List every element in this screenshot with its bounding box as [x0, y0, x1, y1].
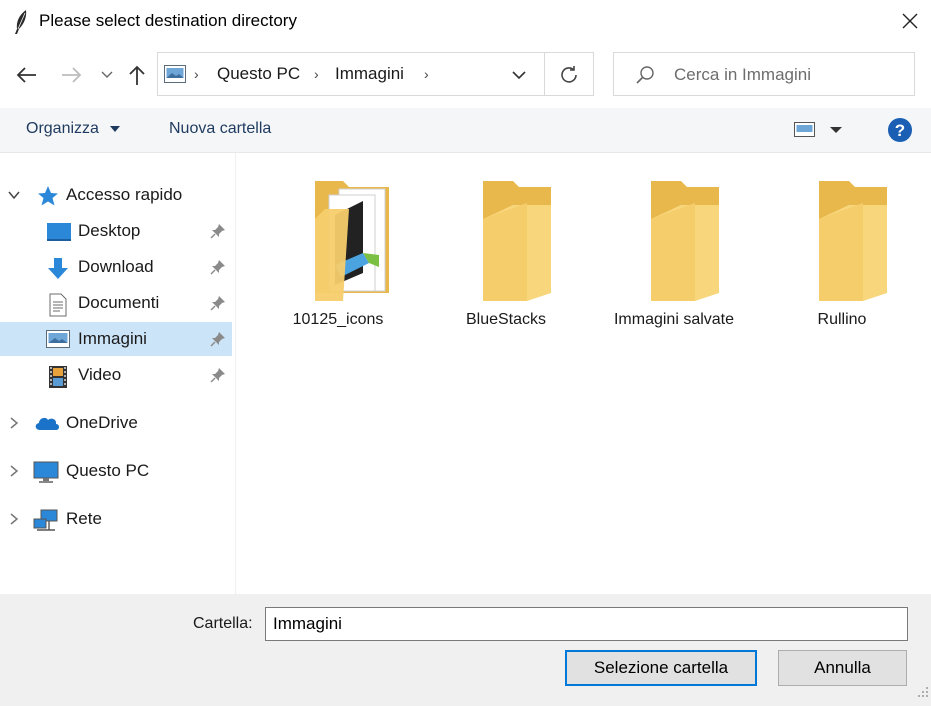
chevron-down-icon[interactable]	[7, 188, 21, 202]
arrow-up-icon	[129, 65, 145, 85]
view-icon	[794, 122, 842, 137]
close-button[interactable]	[893, 4, 927, 38]
up-button[interactable]	[125, 62, 149, 88]
folder-picker-dialog: Please select destination directory › Qu…	[0, 0, 931, 706]
select-folder-button[interactable]: Selezione cartella	[565, 650, 757, 686]
sidebar-item-onedrive[interactable]: OneDrive	[0, 406, 232, 440]
sidebar-item-label: Video	[78, 365, 122, 384]
arrow-right-icon	[62, 67, 82, 83]
folder-name-field[interactable]	[265, 607, 908, 641]
command-bar: Organizza Nuova cartella	[0, 108, 931, 153]
forward-button[interactable]	[58, 62, 84, 88]
sidebar-item-documenti[interactable]: Documenti	[0, 286, 232, 320]
pin-icon[interactable]	[210, 295, 226, 311]
sidebar-item-questo-pc[interactable]: Questo PC	[0, 454, 232, 488]
title-bar: Please select destination directory	[0, 0, 931, 44]
folder-icon	[483, 181, 551, 301]
folder-icon	[651, 181, 719, 301]
navigation-pane: Accesso rapido Desktop Download Document…	[0, 153, 236, 594]
sidebar-item-label: OneDrive	[66, 413, 138, 432]
chevron-right-icon: ›	[314, 66, 319, 82]
refresh-icon	[561, 66, 577, 83]
window-title: Please select destination directory	[39, 11, 297, 30]
address-dropdown-button[interactable]	[511, 66, 531, 84]
folder-item[interactable]: Rullino	[767, 175, 917, 335]
folder-name: BlueStacks	[465, 311, 547, 328]
folder-with-images-icon	[315, 181, 389, 301]
computer-icon	[33, 461, 59, 483]
folder-name: 10125_icons	[292, 311, 384, 328]
address-bar[interactable]: › Questo PC › Immagini ›	[157, 52, 594, 96]
recent-locations-button[interactable]	[98, 62, 116, 88]
sidebar-item-accesso-rapido[interactable]: Accesso rapido	[0, 178, 232, 212]
dialog-footer: Cartella: Selezione cartella Annulla	[0, 594, 931, 706]
sidebar-item-label: Documenti	[78, 293, 160, 312]
sidebar-item-label: Questo PC	[66, 461, 150, 480]
folder-item[interactable]: 10125_icons	[263, 175, 413, 335]
pin-icon[interactable]	[210, 223, 226, 239]
search-icon	[634, 64, 656, 86]
feather-icon	[13, 9, 29, 35]
star-icon	[36, 185, 60, 207]
sidebar-item-video[interactable]: Video	[0, 358, 232, 392]
cloud-icon	[33, 413, 59, 435]
help-icon: ?	[888, 118, 912, 142]
sidebar-item-immagini[interactable]: Immagini	[0, 322, 232, 356]
folder-name: Immagini salvate	[613, 311, 735, 328]
organize-label: Organizza	[26, 120, 99, 137]
back-button[interactable]	[14, 62, 40, 88]
chevron-right-icon[interactable]	[7, 464, 21, 478]
sidebar-item-label: Accesso rapido	[66, 185, 183, 204]
folder-field-label: Cartella:	[193, 615, 253, 632]
sidebar-item-label: Rete	[66, 509, 102, 528]
folder-name: Rullino	[817, 311, 867, 328]
folder-item[interactable]: BlueStacks	[431, 175, 581, 335]
chevron-right-icon: ›	[194, 66, 199, 82]
sidebar-item-desktop[interactable]: Desktop	[0, 214, 232, 248]
svg-text:?: ?	[895, 121, 905, 140]
pin-icon[interactable]	[210, 367, 226, 383]
chevron-down-icon	[101, 71, 113, 78]
sidebar-item-download[interactable]: Download	[0, 250, 232, 284]
arrow-left-icon	[16, 67, 36, 83]
help-button[interactable]: ?	[887, 117, 913, 143]
resize-grip-icon[interactable]	[915, 684, 929, 698]
chevron-down-icon	[512, 71, 526, 80]
pictures-icon	[164, 65, 186, 83]
network-icon	[33, 509, 58, 531]
search-box[interactable]	[613, 52, 915, 96]
search-input[interactable]	[672, 61, 906, 89]
folder-item[interactable]: Immagini salvate	[599, 175, 749, 335]
download-icon	[46, 257, 70, 279]
pin-icon[interactable]	[210, 259, 226, 275]
breadcrumb-questo-pc[interactable]: Questo PC	[217, 64, 300, 84]
folder-view: 10125_icons BlueStacks Immagini salvate	[237, 153, 931, 594]
breadcrumb-immagini[interactable]: Immagini	[335, 64, 404, 84]
folder-icon	[819, 181, 887, 301]
sidebar-item-label: Download	[78, 257, 154, 276]
view-options-button[interactable]	[792, 119, 846, 141]
desktop-icon	[46, 221, 71, 243]
sidebar-item-rete[interactable]: Rete	[0, 502, 232, 536]
caret-down-icon	[110, 125, 121, 132]
close-icon	[902, 13, 918, 29]
cancel-button[interactable]: Annulla	[778, 650, 907, 686]
video-icon	[48, 365, 72, 388]
address-divider	[544, 53, 545, 95]
chevron-right-icon[interactable]	[7, 512, 21, 526]
refresh-button[interactable]	[558, 64, 580, 86]
organize-menu-button[interactable]: Organizza	[26, 120, 121, 138]
pictures-icon	[46, 329, 70, 351]
navigation-bar: › Questo PC › Immagini ›	[0, 44, 931, 108]
pin-icon[interactable]	[210, 331, 226, 347]
chevron-right-icon[interactable]	[7, 416, 21, 430]
new-folder-button[interactable]: Nuova cartella	[169, 120, 271, 138]
sidebar-item-label: Immagini	[78, 329, 147, 348]
sidebar-item-label: Desktop	[78, 221, 141, 240]
chevron-right-icon: ›	[424, 66, 429, 82]
document-icon	[48, 293, 72, 317]
